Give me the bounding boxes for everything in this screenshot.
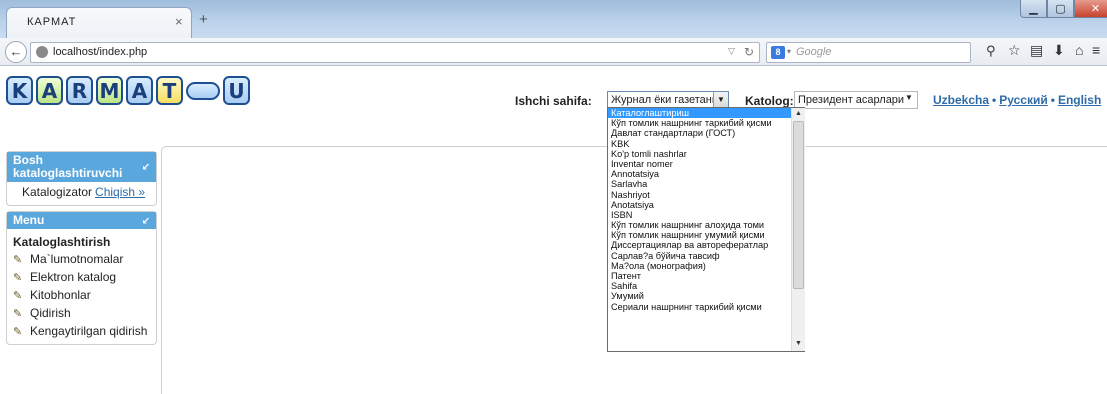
browser-navbar: ← localhost/index.php ▽ ↻ 8 ▾ Google ⚲ ☆… bbox=[0, 38, 1107, 66]
menu-item-label: Kengaytirilgan qidirish bbox=[30, 324, 148, 338]
page-content: K A R M A T U Ishchi sahifa: Журнал ёки … bbox=[0, 67, 1107, 394]
search-placeholder: Google bbox=[796, 46, 832, 58]
dropdown-option[interactable]: Давлат стандартлари (ГОСТ) bbox=[608, 128, 791, 138]
search-bar[interactable]: 8 ▾ Google bbox=[766, 42, 971, 63]
bookmark-star-icon[interactable]: ☆ bbox=[1008, 42, 1021, 59]
menu-heading: Kataloglashtirish bbox=[13, 235, 111, 249]
home-icon[interactable]: ⌂ bbox=[1075, 42, 1083, 58]
dropdown-options: Каталоглаштириш Кўп томлик нашрнинг тарк… bbox=[608, 108, 791, 312]
dropdown-option[interactable]: ISBN bbox=[608, 210, 791, 220]
globe-icon bbox=[36, 46, 48, 58]
menu-item-label: Elektron katalog bbox=[30, 270, 117, 284]
dropdown-option[interactable]: Сериали нашрнинг таркибий қисми bbox=[608, 302, 791, 312]
dropdown-option[interactable]: Сарлав?а бўйича тавсиф bbox=[608, 251, 791, 261]
collapse-arrow-icon[interactable]: ↙ bbox=[142, 161, 150, 174]
link-icon: ✎ bbox=[13, 254, 23, 266]
search-engine-dropdown-icon[interactable]: ▾ bbox=[787, 47, 791, 56]
logo-letter: A bbox=[126, 76, 153, 105]
reload-icon[interactable]: ↻ bbox=[744, 45, 754, 59]
link-icon: ✎ bbox=[13, 290, 23, 302]
menu-hamburger-icon[interactable]: ≡ bbox=[1092, 42, 1100, 58]
close-window-icon[interactable]: ✕ bbox=[1074, 0, 1107, 18]
user-box-title: Bosh kataloglashtiruvchi bbox=[13, 153, 123, 180]
katolog-select[interactable]: Президент асарлари bbox=[794, 91, 918, 109]
url-text: localhost/index.php bbox=[53, 46, 148, 58]
user-box: Bosh kataloglashtiruvchi ↙ Katalogizator… bbox=[6, 151, 157, 206]
user-name: Katalogizator bbox=[22, 185, 93, 199]
address-bar[interactable]: localhost/index.php ▽ ↻ bbox=[30, 42, 760, 63]
search-engine-icon[interactable]: 8 bbox=[771, 46, 785, 59]
browser-tab[interactable]: КАРМАТ × bbox=[6, 7, 192, 38]
menu-box: Menu ↙ Kataloglashtirish ✎ Ma`lumotnomala… bbox=[6, 211, 157, 345]
katolog-label: Katolog: bbox=[745, 94, 794, 108]
browser-titlebar: КАРМАТ × + ▁ ▢ ✕ bbox=[0, 0, 1107, 38]
logo-letter: U bbox=[223, 76, 250, 105]
menu-item-label: Ma`lumotnomalar bbox=[30, 252, 124, 266]
dropdown-option[interactable]: Диссертациялар ва авторефератлар bbox=[608, 240, 791, 250]
downloads-icon[interactable]: ⬇ bbox=[1053, 42, 1065, 59]
logo-letter: T bbox=[156, 76, 183, 105]
dropdown-scrollbar[interactable]: ▲ ▼ bbox=[791, 108, 805, 351]
menu-item-label: Kitobhonlar bbox=[30, 288, 91, 302]
link-icon: ✎ bbox=[13, 326, 23, 338]
logo-letter: A bbox=[36, 76, 63, 105]
scrollbar-thumb[interactable] bbox=[793, 121, 804, 289]
new-tab-icon[interactable]: + bbox=[199, 11, 208, 28]
dropdown-option[interactable]: Annotatsiya bbox=[608, 169, 791, 179]
user-line: Katalogizator Chiqish » bbox=[22, 185, 145, 199]
dropdown-option[interactable]: Умумий bbox=[608, 291, 791, 301]
chevron-down-icon[interactable]: ▼ bbox=[905, 93, 913, 102]
ishchi-sahifa-label: Ishchi sahifa: bbox=[515, 94, 592, 108]
lang-russian-link[interactable]: Русский bbox=[999, 93, 1048, 107]
logo-connector bbox=[186, 81, 220, 100]
minimize-icon[interactable]: ▁ bbox=[1020, 0, 1047, 18]
dropdown-option[interactable]: Патент bbox=[608, 271, 791, 281]
dropdown-option[interactable]: Кўп томлик нашрнинг умумий қисми bbox=[608, 230, 791, 240]
menu-item-elektron-katalog[interactable]: ✎ Elektron katalog bbox=[13, 270, 116, 284]
dropdown-option[interactable]: Nashriyot bbox=[608, 190, 791, 200]
back-arrow-icon[interactable]: ← bbox=[5, 41, 27, 63]
menu-item-kitobhonlar[interactable]: ✎ Kitobhonlar bbox=[13, 288, 91, 302]
dropdown-option[interactable]: Кўп томлик нашрнинг таркибий қисми bbox=[608, 118, 791, 128]
menu-item-malumotnomalar[interactable]: ✎ Ma`lumotnomalar bbox=[13, 252, 123, 266]
karmat-logo[interactable]: K A R M A T U bbox=[6, 76, 253, 105]
chevron-down-icon[interactable]: ▼ bbox=[713, 92, 728, 108]
scroll-down-icon[interactable]: ▼ bbox=[795, 340, 802, 347]
user-box-header: Bosh kataloglashtiruvchi ↙ bbox=[7, 152, 156, 182]
menu-box-title: Menu bbox=[13, 213, 45, 227]
menu-item-qidirish[interactable]: ✎ Qidirish bbox=[13, 306, 71, 320]
tab-title: КАРМАТ bbox=[27, 16, 77, 28]
dropdown-option[interactable]: Ko'p tomli nashrlar bbox=[608, 149, 791, 159]
dropdown-option[interactable]: KBK bbox=[608, 139, 791, 149]
collapse-arrow-icon[interactable]: ↙ bbox=[142, 215, 150, 228]
ishchi-sahifa-dropdown-list[interactable]: Каталоглаштириш Кўп томлик нашрнинг тарк… bbox=[607, 107, 805, 352]
maximize-icon[interactable]: ▢ bbox=[1047, 0, 1074, 18]
link-icon: ✎ bbox=[13, 272, 23, 284]
menu-box-header: Menu ↙ bbox=[7, 212, 156, 229]
search-magnifier-icon[interactable]: ⚲ bbox=[986, 43, 996, 59]
menu-item-kengaytirilgan-qidirish[interactable]: ✎ Kengaytirilgan qidirish bbox=[13, 324, 147, 338]
language-switcher: Uzbekcha • Русский • English bbox=[933, 93, 1102, 107]
dropdown-option[interactable]: Inventar nomer bbox=[608, 159, 791, 169]
dropdown-option[interactable]: Ма?ола (монография) bbox=[608, 261, 791, 271]
dropdown-option[interactable]: Sarlavha bbox=[608, 179, 791, 189]
link-icon: ✎ bbox=[13, 308, 23, 320]
dropdown-option[interactable]: Каталоглаштириш bbox=[608, 108, 791, 119]
menu-item-label: Qidirish bbox=[30, 306, 71, 320]
close-tab-icon[interactable]: × bbox=[175, 14, 183, 29]
lang-uzbek-link[interactable]: Uzbekcha bbox=[933, 93, 989, 107]
dropdown-option[interactable]: Anotatsiya bbox=[608, 200, 791, 210]
bookmarks-list-icon[interactable]: ▤ bbox=[1030, 42, 1043, 59]
dropdown-option[interactable]: Кўп томлик нашрнинг алоҳида томи bbox=[608, 220, 791, 230]
logout-link[interactable]: Chiqish » bbox=[95, 185, 145, 199]
dropdown-option[interactable]: Sahifa bbox=[608, 281, 791, 291]
url-history-dropdown-icon[interactable]: ▽ bbox=[728, 46, 735, 57]
window-controls: ▁ ▢ ✕ bbox=[1020, 0, 1107, 20]
logo-letter: M bbox=[96, 76, 123, 105]
lang-english-link[interactable]: English bbox=[1058, 93, 1101, 107]
logo-letter: R bbox=[66, 76, 93, 105]
logo-letter: K bbox=[6, 76, 33, 105]
scroll-up-icon[interactable]: ▲ bbox=[795, 110, 802, 117]
